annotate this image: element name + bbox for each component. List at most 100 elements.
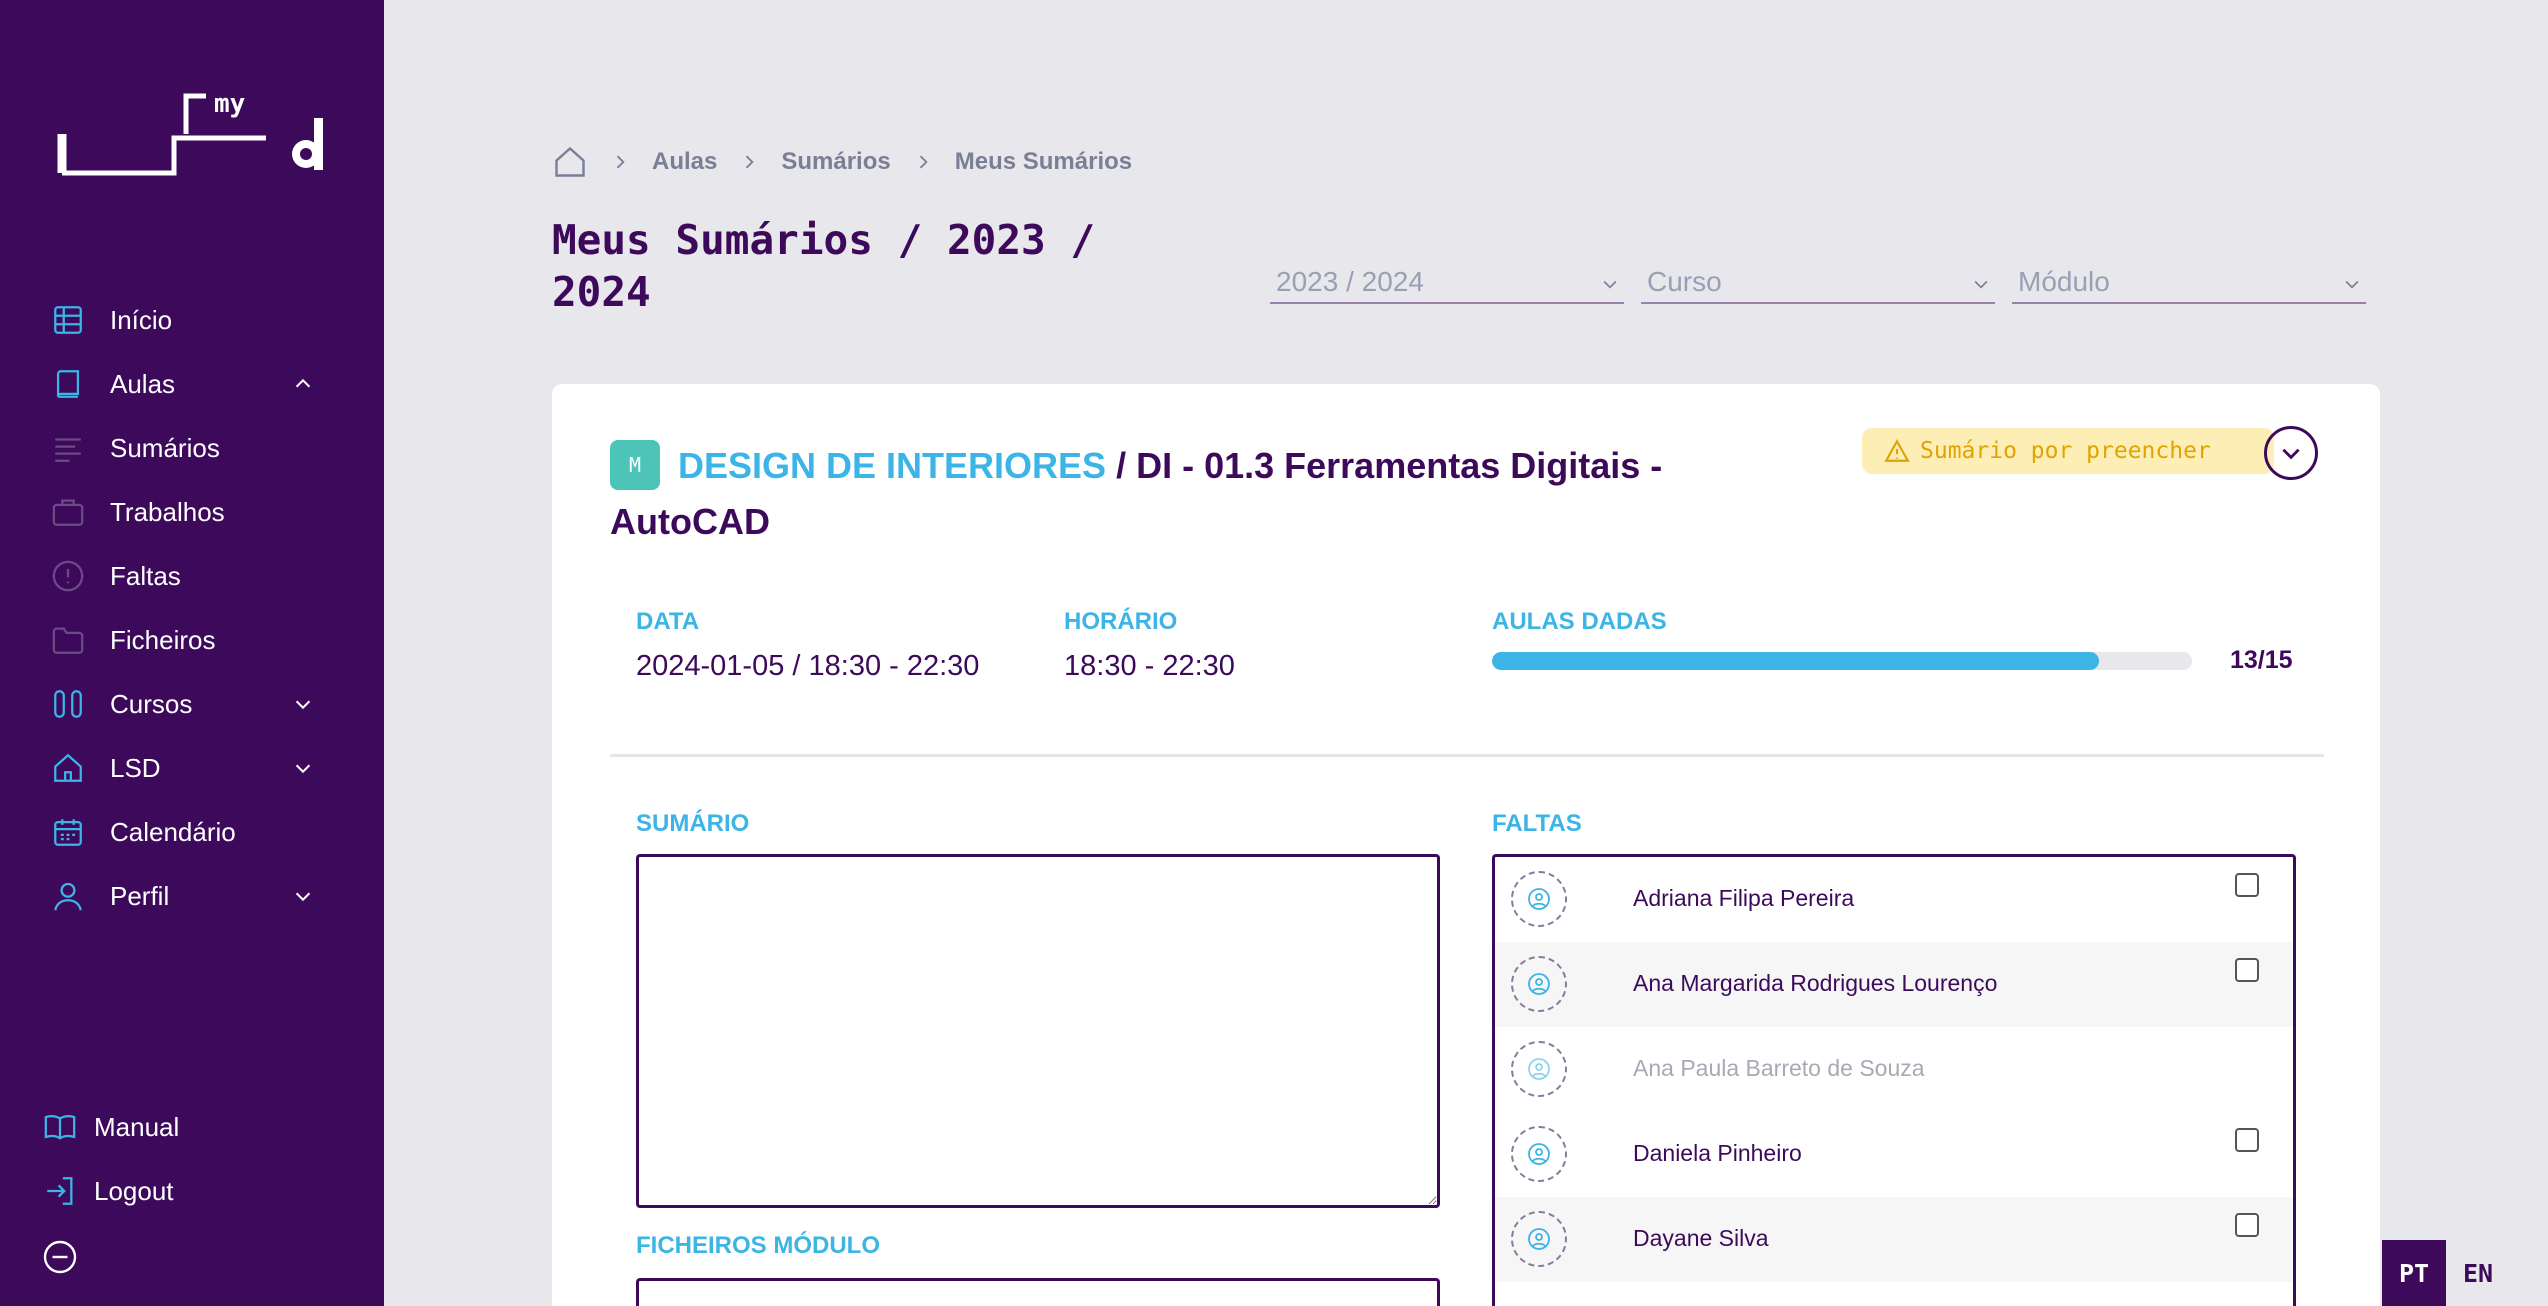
student-row: Ana Paula Barreto de Souza [1495, 1027, 2293, 1112]
sidebar-item-label: Perfil [110, 880, 170, 911]
sidebar-item-label: Sumários [110, 432, 220, 463]
folder-icon [48, 620, 88, 660]
student-name: Ana Margarida Rodrigues Lourenço [1633, 970, 1998, 996]
breadcrumb-meus-sumarios[interactable]: Meus Sumários [955, 148, 1132, 176]
student-name: Dayane Silva [1633, 1225, 1769, 1251]
user-circle-icon [1528, 1143, 1550, 1165]
student-name: Adriana Filipa Pereira [1633, 885, 1855, 911]
page-title: Meus Sumários / 2023 / 2024 [552, 216, 1096, 316]
module-select[interactable]: Módulo [2012, 262, 2366, 304]
alert-circle-icon [48, 556, 88, 596]
briefcase-icon [48, 492, 88, 532]
year-select[interactable]: 2023 / 2024 [1270, 262, 1624, 304]
chevron-right-icon [746, 155, 754, 169]
sidebar-item-faltas[interactable]: Faltas [48, 551, 338, 601]
course-select[interactable]: Curso [1641, 262, 1995, 304]
sidebar-item-aulas[interactable]: Aulas [48, 359, 338, 409]
absence-checkbox[interactable] [2235, 1213, 2259, 1237]
ficheiros-modulo-list[interactable] [636, 1278, 1440, 1306]
absence-checkbox[interactable] [2235, 958, 2259, 982]
sidebar-item-inicio[interactable]: Início [48, 295, 338, 345]
sidebar-item-label: Trabalhos [110, 496, 225, 527]
student-name: Ana Paula Barreto de Souza [1633, 1055, 1925, 1081]
user-circle-icon [1528, 1228, 1550, 1250]
student-row: Daniela Pinheiro [1495, 1112, 2293, 1197]
student-row: Ana Margarida Rodrigues Lourenço [1495, 942, 2293, 1027]
status-text: Sumário por preencher [1920, 438, 2211, 464]
aulas-dadas-label: AULAS DADAS [1492, 608, 1667, 635]
minus-circle-icon [40, 1237, 80, 1277]
faltas-label: FALTAS [1492, 810, 1582, 837]
user-circle-icon [1528, 973, 1550, 995]
warning-icon [1884, 439, 1910, 462]
sidebar-item-ficheiros[interactable]: Ficheiros [48, 615, 338, 665]
student-name: Daniela Pinheiro [1633, 1140, 1802, 1166]
data-value: 2024-01-05 / 18:30 - 22:30 [636, 650, 980, 682]
student-row: Dayane Silva [1495, 1197, 2293, 1282]
grid-icon [48, 300, 88, 340]
horario-value: 18:30 - 22:30 [1064, 650, 1235, 682]
student-row: Adriana Filipa Pereira [1495, 857, 2293, 942]
breadcrumb-sumarios[interactable]: Sumários [781, 148, 890, 176]
status-badge: Sumário por preencher [1862, 428, 2274, 474]
breadcrumb: Aulas Sumários Meus Sumários [552, 140, 1132, 184]
absence-checkbox[interactable] [2235, 1128, 2259, 1152]
logout-icon [40, 1171, 80, 1211]
sidebar-item-label: Faltas [110, 560, 181, 591]
title-separator: / [1106, 445, 1137, 486]
language-pt-button[interactable]: PT [2382, 1240, 2446, 1306]
aulas-dadas-value: 13/15 [2230, 646, 2293, 674]
avatar [1511, 1126, 1567, 1182]
sidebar-item-lsd[interactable]: LSD [48, 743, 338, 793]
course-select-value: Curso [1647, 266, 1722, 297]
expand-card-button[interactable] [2264, 426, 2318, 480]
chevron-down-icon[interactable] [292, 757, 314, 779]
home-icon [48, 748, 88, 788]
ficheiros-modulo-label: FICHEIROS MÓDULO [636, 1232, 880, 1259]
collapse-sidebar-button[interactable] [40, 1232, 80, 1282]
home-icon[interactable] [552, 144, 588, 180]
lines-icon [48, 428, 88, 468]
chevron-up-icon[interactable] [292, 373, 314, 395]
sidebar-item-perfil[interactable]: Perfil [48, 871, 338, 921]
avatar [1511, 1041, 1567, 1097]
language-en-button[interactable]: EN [2446, 1240, 2510, 1306]
horario-label: HORÁRIO [1064, 608, 1178, 635]
avatar [1511, 871, 1567, 927]
aulas-progress-fill [1492, 652, 2099, 670]
sidebar-item-cursos[interactable]: Cursos [48, 679, 338, 729]
chevron-down-icon [1603, 280, 1617, 289]
breadcrumb-aulas[interactable]: Aulas [652, 148, 717, 176]
sumario-textarea[interactable] [636, 854, 1440, 1208]
sidebar-item-manual[interactable]: Manual [40, 1102, 330, 1152]
book-icon [48, 364, 88, 404]
chevron-down-icon[interactable] [292, 693, 314, 715]
user-icon [48, 876, 88, 916]
year-select-value: 2023 / 2024 [1276, 266, 1424, 297]
sidebar-item-calendario[interactable]: Calendário [48, 807, 338, 857]
sidebar-item-logout[interactable]: Logout [40, 1166, 330, 1216]
avatar [1511, 1211, 1567, 1267]
calendar-icon [48, 812, 88, 852]
logo[interactable]: my [56, 88, 331, 188]
module-select-value: Módulo [2018, 266, 2110, 297]
sidebar-item-label: LSD [110, 752, 161, 783]
sumario-card: M DESIGN DE INTERIORES / DI - 01.3 Ferra… [552, 384, 2380, 1306]
absence-checkbox[interactable] [2235, 873, 2259, 897]
chevron-down-icon [2345, 280, 2359, 289]
logo-text: my [214, 89, 245, 119]
sidebar-item-label: Manual [94, 1111, 180, 1142]
sidebar-item-label: Calendário [110, 816, 236, 847]
sidebar: my Início Aulas Sumários Trabalhos Falta… [0, 0, 384, 1306]
sumario-label: SUMÁRIO [636, 810, 750, 837]
sidebar-item-sumarios[interactable]: Sumários [48, 423, 338, 473]
card-title: DESIGN DE INTERIORES / DI - 01.3 Ferrame… [610, 438, 1730, 550]
sidebar-item-trabalhos[interactable]: Trabalhos [48, 487, 338, 537]
aulas-progress-bar [1492, 652, 2192, 670]
sidebar-item-label: Início [110, 304, 173, 335]
sidebar-item-label: Aulas [110, 368, 176, 399]
chevron-down-icon[interactable] [292, 885, 314, 907]
sidebar-item-label: Logout [94, 1175, 174, 1206]
course-name: DESIGN DE INTERIORES [678, 445, 1107, 486]
user-circle-icon [1528, 1058, 1550, 1080]
